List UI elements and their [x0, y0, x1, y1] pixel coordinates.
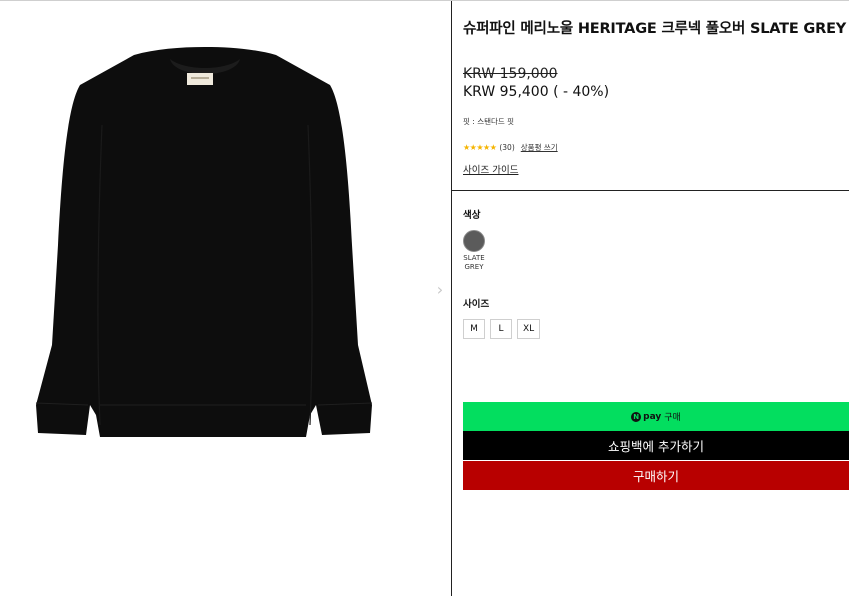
product-gallery: › [0, 1, 451, 596]
npay-wordmark: pay [643, 411, 662, 422]
star-rating-icon: ★★★★★ [463, 142, 497, 152]
size-option-l[interactable]: L [490, 319, 512, 339]
size-option-xl[interactable]: XL [517, 319, 541, 339]
size-option-m[interactable]: M [463, 319, 485, 339]
color-swatch-label: SLATE GREY [463, 254, 485, 271]
fit-info: 핏 : 스탠다드 핏 [463, 117, 515, 126]
size-guide-link[interactable]: 사이즈 가이드 [463, 162, 518, 176]
npay-label: 구매 [664, 413, 681, 423]
npay-content: N pay 구매 [631, 410, 681, 423]
divider-horizontal [452, 190, 849, 191]
size-options: M L XL [463, 319, 541, 339]
rating-row: ★★★★★ (30) 상품평 쓰기 [463, 141, 558, 153]
write-review-link[interactable]: 상품평 쓰기 [521, 142, 558, 153]
color-heading: 색상 [463, 210, 481, 221]
add-to-bag-button[interactable]: 쇼핑백에 추가하기 [463, 431, 849, 460]
product-title: 슈퍼파인 메리노울 HERITAGE 크루넥 풀오버 SLATE GREY [463, 21, 847, 37]
size-heading: 사이즈 [463, 299, 490, 310]
npay-logo-icon: N [631, 411, 642, 422]
sale-price: KRW 95,400 ( - 40%) [463, 84, 610, 100]
npay-buy-button[interactable]: N pay 구매 [463, 402, 849, 431]
color-swatch-slate-grey[interactable] [463, 230, 485, 252]
buy-now-button[interactable]: 구매하기 [463, 461, 849, 490]
original-price: KRW 159,000 [463, 66, 558, 82]
review-count: (30) [499, 142, 515, 152]
product-info-panel: 슈퍼파인 메리노울 HERITAGE 크루넥 풀오버 SLATE GREY KR… [452, 1, 849, 596]
chevron-right-icon[interactable]: › [432, 280, 448, 300]
product-image [35, 47, 373, 437]
